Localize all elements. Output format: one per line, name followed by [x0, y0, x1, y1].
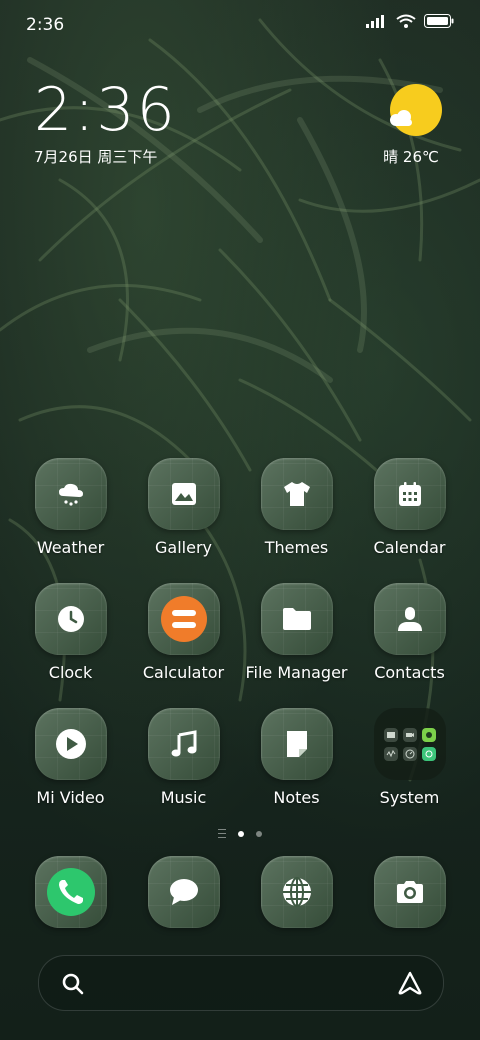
app-label: Gallery: [155, 538, 212, 557]
app-contacts[interactable]: Contacts: [353, 583, 466, 682]
app-file-manager[interactable]: File Manager: [240, 583, 353, 682]
folder-icon: [282, 608, 311, 630]
mini-app-icon: [421, 746, 436, 761]
app-label: Calculator: [142, 663, 225, 682]
mini-app-icon: [383, 727, 398, 742]
page-dot-active[interactable]: [238, 830, 244, 837]
status-bar: 2:36: [0, 0, 480, 50]
message-icon: [169, 879, 198, 905]
dock-messages[interactable]: [127, 856, 240, 928]
camera-icon-tile: [373, 856, 446, 928]
mini-app-icon: [402, 727, 417, 742]
clock-widget[interactable]: 2:36 7月26日 周三下午: [34, 78, 177, 167]
weather-widget[interactable]: 晴 26℃: [383, 84, 446, 167]
clock-date: 7月26日 周三下午: [34, 148, 158, 166]
dock-browser[interactable]: [240, 856, 353, 928]
gallery-icon-tile: [147, 458, 220, 530]
status-time: 2:36: [26, 15, 65, 35]
battery-icon: [424, 14, 454, 28]
wifi-icon: [396, 14, 416, 28]
messages-icon-tile: [147, 856, 220, 928]
app-label: Contacts: [374, 663, 445, 682]
search-bar[interactable]: [38, 955, 444, 1011]
tshirt-icon: [283, 482, 310, 506]
weather-snow-icon: [58, 483, 83, 506]
mini-app-icon: [421, 727, 436, 742]
file-manager-icon-tile: [260, 583, 333, 655]
app-themes[interactable]: Themes: [240, 458, 353, 557]
clock-time: 2:36: [34, 75, 177, 145]
weather-icon-tile: [34, 458, 107, 530]
app-notes[interactable]: Notes: [240, 708, 353, 807]
calculator-icon: [160, 596, 207, 642]
search-icon[interactable]: [61, 972, 85, 996]
calendar-icon-tile: [373, 458, 446, 530]
music-note-icon: [171, 730, 196, 757]
note-icon: [286, 731, 307, 757]
app-clock[interactable]: Clock: [14, 583, 127, 682]
person-icon: [397, 607, 422, 631]
music-icon-tile: [147, 708, 220, 780]
clock-icon-tile: [34, 583, 107, 655]
folder-grid-icon: [373, 708, 446, 780]
app-label: System: [379, 788, 440, 807]
app-label: File Manager: [245, 663, 348, 682]
app-label: Music: [160, 788, 207, 807]
app-label: Calendar: [373, 538, 446, 557]
cloud-icon: [390, 110, 412, 126]
camera-icon: [396, 881, 423, 903]
dock-phone[interactable]: [14, 856, 127, 928]
app-folder-system[interactable]: System: [353, 708, 466, 807]
themes-icon-tile: [260, 458, 333, 530]
app-label: Mi Video: [36, 788, 105, 807]
clock-icon: [57, 606, 84, 632]
calculator-icon-tile: [147, 583, 220, 655]
play-icon: [55, 729, 86, 759]
assistant-icon[interactable]: [395, 970, 425, 996]
page-dot[interactable]: [256, 830, 262, 837]
weather-text: 晴 26℃: [383, 148, 439, 166]
contacts-icon-tile: [373, 583, 446, 655]
mi-video-icon-tile: [34, 708, 107, 780]
app-mi-video[interactable]: Mi Video: [14, 708, 127, 807]
app-weather[interactable]: Weather: [14, 458, 127, 557]
app-music[interactable]: Music: [127, 708, 240, 807]
browser-icon-tile: [260, 856, 333, 928]
signal-icon: [366, 15, 384, 28]
mini-app-icon: [402, 746, 417, 761]
app-label: Clock: [48, 663, 93, 682]
app-calculator[interactable]: Calculator: [127, 583, 240, 682]
app-calendar[interactable]: Calendar: [353, 458, 466, 557]
browser-globe-icon: [282, 877, 311, 907]
sun-icon: [390, 84, 442, 136]
app-gallery[interactable]: Gallery: [127, 458, 240, 557]
phone-icon-tile: [34, 856, 107, 928]
dock-camera[interactable]: [353, 856, 466, 928]
app-list-icon[interactable]: [218, 829, 226, 838]
status-icons: [366, 14, 454, 28]
app-label: Notes: [273, 788, 320, 807]
app-label: Weather: [36, 538, 105, 557]
phone-icon: [46, 868, 95, 916]
calendar-icon: [398, 482, 421, 506]
image-icon: [171, 483, 196, 505]
notes-icon-tile: [260, 708, 333, 780]
app-label: Themes: [264, 538, 329, 557]
mini-app-icon: [383, 746, 398, 761]
page-indicator[interactable]: [0, 829, 480, 838]
